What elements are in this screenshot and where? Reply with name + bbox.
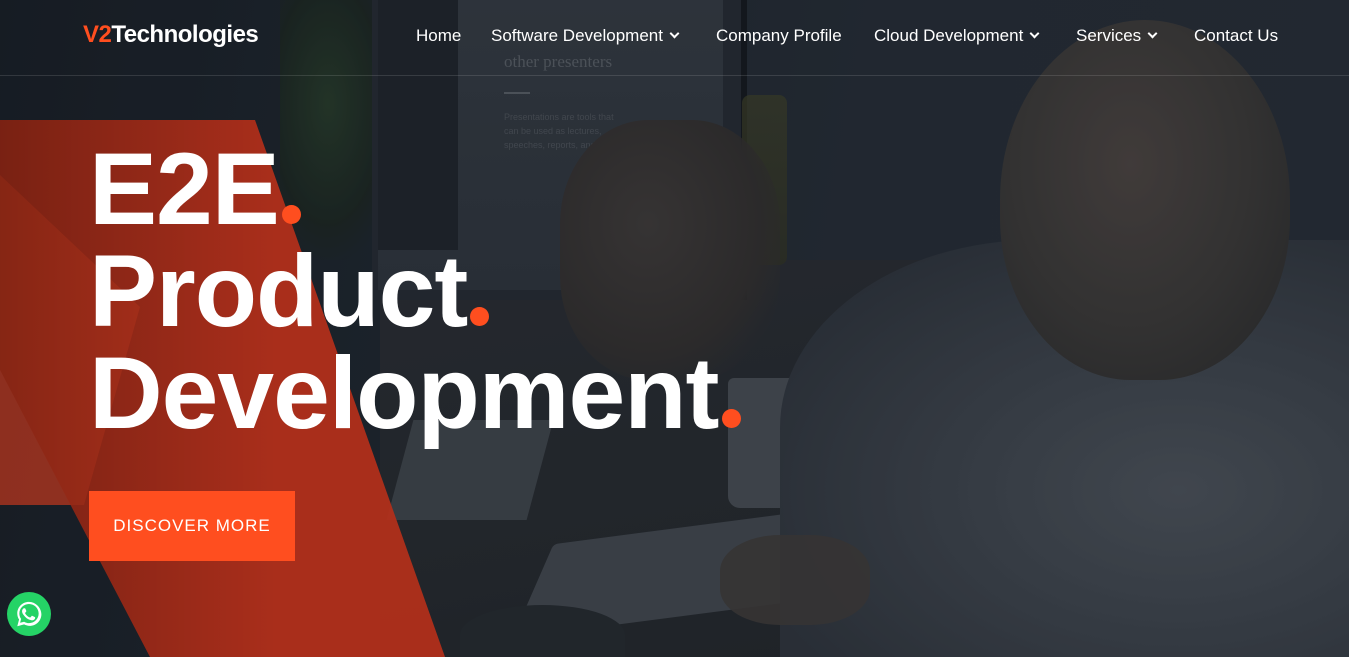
accent-dot bbox=[281, 205, 301, 224]
nav-item-home[interactable]: Home bbox=[416, 26, 461, 46]
discover-more-button[interactable]: DISCOVER MORE bbox=[89, 491, 295, 561]
nav-item-cloud-development[interactable]: Cloud Development bbox=[874, 26, 1040, 46]
nav-item-company-profile[interactable]: Company Profile bbox=[716, 26, 842, 46]
whatsapp-glyph bbox=[17, 601, 42, 627]
nav-item-label: Cloud Development bbox=[874, 26, 1024, 45]
headline-text: Product bbox=[89, 234, 468, 348]
accent-dot bbox=[721, 409, 741, 428]
nav-item-label: Company Profile bbox=[716, 26, 842, 45]
accent-dot bbox=[470, 307, 490, 326]
nav-item-services[interactable]: Services bbox=[1076, 26, 1158, 46]
nav-item-label: Software Development bbox=[491, 26, 663, 45]
nav-item-label: Contact Us bbox=[1194, 26, 1279, 45]
headline-line: Development bbox=[89, 342, 741, 444]
whatsapp-icon[interactable] bbox=[7, 592, 51, 636]
chevron-down-icon bbox=[1147, 28, 1158, 39]
nav-item-label: Services bbox=[1076, 26, 1142, 45]
hero-headline: E2E Product Development bbox=[89, 138, 741, 444]
nav-item-software-development[interactable]: Software Development bbox=[491, 26, 680, 46]
chevron-down-icon bbox=[1029, 28, 1040, 39]
headline-text: E2E bbox=[89, 132, 280, 246]
headline-line: Product bbox=[89, 240, 741, 342]
chevron-down-icon bbox=[669, 28, 680, 39]
main-nav: Home Software Development Company Profil… bbox=[0, 26, 1349, 48]
site-header: V2Technologies Home Software Development… bbox=[0, 0, 1349, 76]
headline-line: E2E bbox=[89, 138, 741, 240]
headline-text: Development bbox=[89, 336, 719, 450]
nav-item-label: Home bbox=[416, 26, 462, 45]
nav-item-contact-us[interactable]: Contact Us bbox=[1194, 26, 1278, 46]
